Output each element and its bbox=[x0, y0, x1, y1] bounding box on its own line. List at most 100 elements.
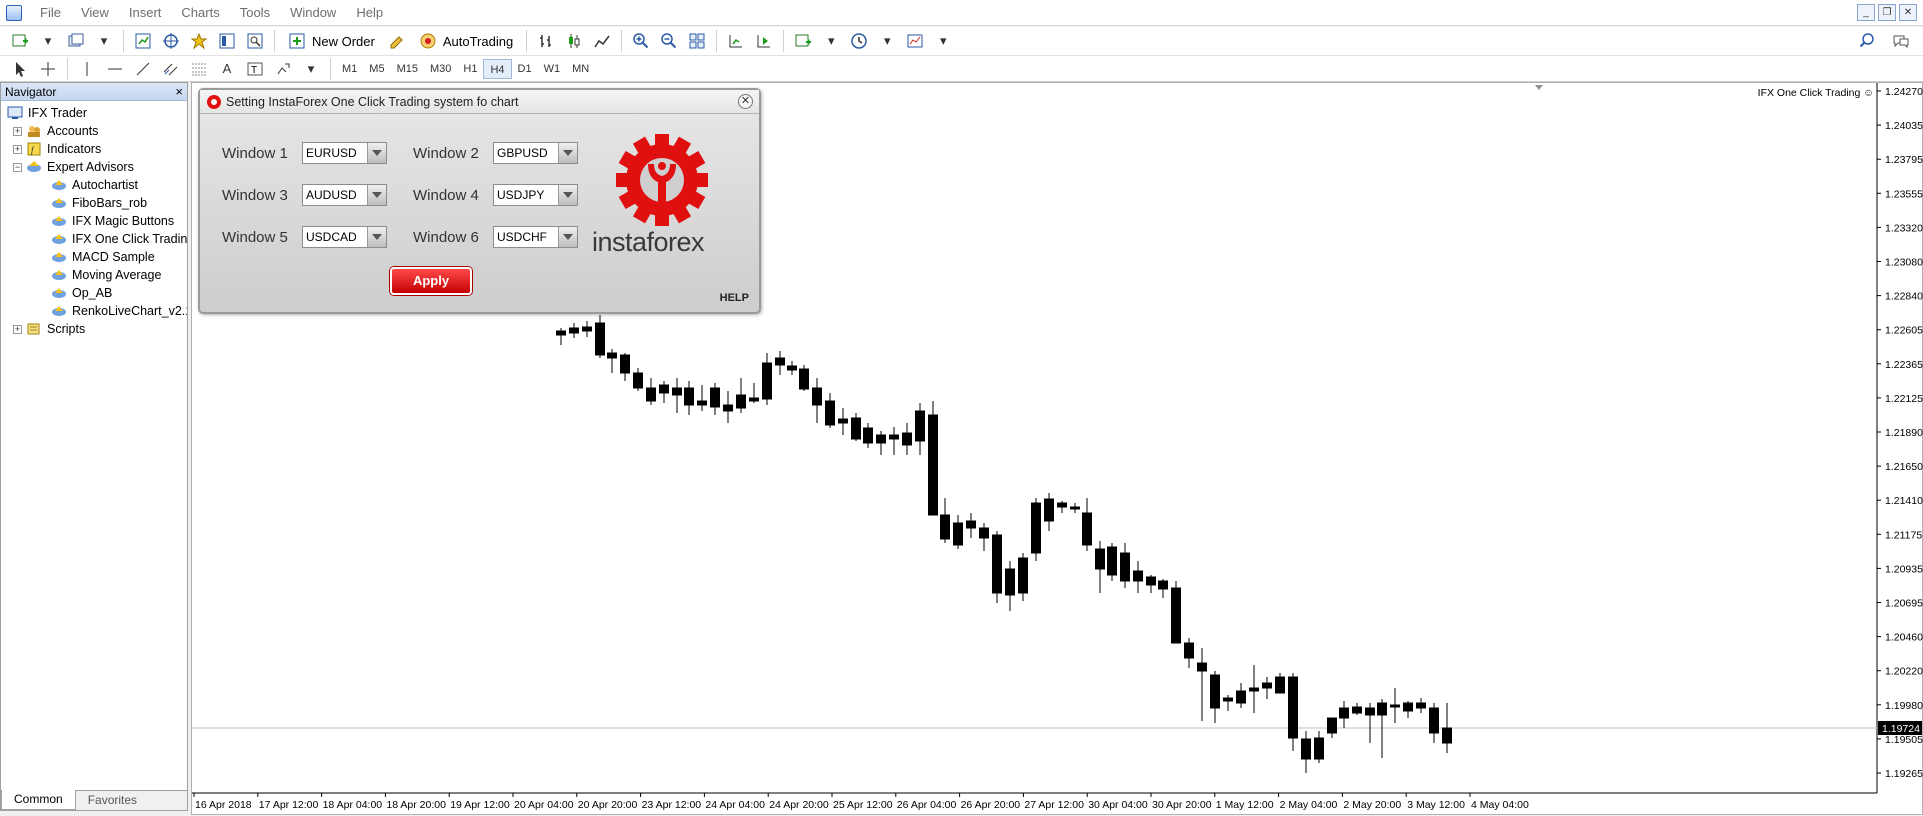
chevron-down-icon[interactable] bbox=[558, 227, 577, 247]
tree-expert-advisors[interactable]: − Expert Advisors bbox=[1, 158, 187, 176]
chart-shift-icon[interactable] bbox=[724, 30, 748, 52]
window-5-select[interactable]: USDCAD bbox=[302, 226, 387, 248]
window-6-select[interactable]: USDCHF bbox=[493, 226, 578, 248]
tree-expert-item[interactable]: Autochartist bbox=[1, 176, 187, 194]
timeframe-m30[interactable]: M30 bbox=[424, 59, 457, 79]
tab-favorites[interactable]: Favorites bbox=[76, 791, 149, 810]
close-icon[interactable]: × bbox=[175, 83, 183, 101]
expand-icon[interactable]: + bbox=[13, 126, 22, 136]
menu-tools[interactable]: Tools bbox=[230, 5, 280, 20]
tree-expert-item[interactable]: IFX Magic Buttons bbox=[1, 212, 187, 230]
zoom-out-icon[interactable] bbox=[657, 30, 681, 52]
dialog-close-icon[interactable]: ✕ bbox=[738, 94, 753, 109]
autotrading-button[interactable]: AutoTrading bbox=[413, 30, 519, 52]
chevron-down-icon[interactable] bbox=[367, 227, 386, 247]
minimize-icon[interactable]: _ bbox=[1857, 4, 1875, 21]
data-window-icon[interactable] bbox=[159, 30, 183, 52]
chevron-down-icon[interactable] bbox=[367, 185, 386, 205]
fibonacci-icon[interactable] bbox=[187, 58, 211, 80]
horizontal-line-icon[interactable] bbox=[103, 58, 127, 80]
tree-expert-item[interactable]: IFX One Click Trading bbox=[1, 230, 187, 248]
menu-window[interactable]: Window bbox=[280, 5, 346, 20]
text-icon[interactable]: A bbox=[215, 58, 239, 80]
cursor-icon[interactable] bbox=[8, 58, 32, 80]
tree-indicators[interactable]: + f Indicators bbox=[1, 140, 187, 158]
search-icon[interactable] bbox=[1855, 30, 1879, 52]
timeframe-h1[interactable]: H1 bbox=[457, 59, 483, 79]
text-label-icon[interactable]: T bbox=[243, 58, 267, 80]
expert-advisors-icon bbox=[27, 161, 41, 172]
time-tick-label: 30 Apr 20:00 bbox=[1152, 799, 1212, 811]
timeframe-h4[interactable]: H4 bbox=[483, 58, 512, 79]
line-chart-icon[interactable] bbox=[590, 30, 614, 52]
chart-shift-marker[interactable] bbox=[1535, 85, 1543, 90]
collapse-icon[interactable]: − bbox=[13, 162, 22, 172]
chevron-down-icon[interactable] bbox=[367, 143, 386, 163]
window-3-select[interactable]: AUDUSD bbox=[302, 184, 387, 206]
navigator-icon[interactable] bbox=[187, 30, 211, 52]
timeframe-d1[interactable]: D1 bbox=[512, 59, 538, 79]
timeframe-w1[interactable]: W1 bbox=[538, 59, 567, 79]
candle-body bbox=[928, 414, 938, 516]
tree-expert-item[interactable]: FiboBars_rob bbox=[1, 194, 187, 212]
chevron-down-icon[interactable] bbox=[558, 143, 577, 163]
new-order-button[interactable]: New Order bbox=[282, 30, 381, 52]
indicators-icon[interactable] bbox=[791, 30, 815, 52]
dropdown-arrow-icon[interactable]: ▾ bbox=[299, 58, 323, 80]
new-chart-icon[interactable] bbox=[8, 30, 32, 52]
autoscroll-icon[interactable] bbox=[752, 30, 776, 52]
tree-scripts[interactable]: + Scripts bbox=[1, 320, 187, 338]
channel-icon[interactable] bbox=[159, 58, 183, 80]
periods-clock-icon[interactable] bbox=[847, 30, 871, 52]
candlestick-icon[interactable] bbox=[562, 30, 586, 52]
strategy-tester-icon[interactable] bbox=[243, 30, 267, 52]
expand-icon[interactable]: + bbox=[13, 324, 22, 334]
svg-text:T: T bbox=[251, 65, 257, 76]
menu-insert[interactable]: Insert bbox=[119, 5, 172, 20]
arrows-icon[interactable] bbox=[271, 58, 295, 80]
profiles-icon[interactable] bbox=[64, 30, 88, 52]
apply-button[interactable]: Apply bbox=[390, 267, 472, 295]
templates-icon[interactable] bbox=[903, 30, 927, 52]
timeframe-m15[interactable]: M15 bbox=[391, 59, 424, 79]
timeframe-mn[interactable]: MN bbox=[566, 59, 595, 79]
dropdown-arrow-icon[interactable]: ▾ bbox=[875, 30, 899, 52]
menu-view[interactable]: View bbox=[71, 5, 119, 20]
tree-expert-item[interactable]: Moving Average bbox=[1, 266, 187, 284]
dropdown-arrow-icon[interactable]: ▾ bbox=[92, 30, 116, 52]
trendline-icon[interactable] bbox=[131, 58, 155, 80]
dropdown-arrow-icon[interactable]: ▾ bbox=[819, 30, 843, 52]
tree-expert-item[interactable]: MACD Sample bbox=[1, 248, 187, 266]
tab-common[interactable]: Common bbox=[1, 790, 76, 810]
dropdown-arrow-icon[interactable]: ▾ bbox=[931, 30, 955, 52]
tree-root[interactable]: IFX Trader bbox=[1, 104, 187, 122]
window-2-select[interactable]: GBPUSD bbox=[493, 142, 578, 164]
chevron-down-icon[interactable] bbox=[558, 185, 577, 205]
timeframe-m5[interactable]: M5 bbox=[363, 59, 390, 79]
menu-help[interactable]: Help bbox=[346, 5, 393, 20]
window-1-select[interactable]: EURUSD bbox=[302, 142, 387, 164]
vertical-line-icon[interactable] bbox=[75, 58, 99, 80]
timeframe-m1[interactable]: M1 bbox=[336, 59, 363, 79]
crosshair-icon[interactable] bbox=[36, 58, 60, 80]
zoom-in-icon[interactable] bbox=[629, 30, 653, 52]
market-watch-icon[interactable] bbox=[131, 30, 155, 52]
tree-expert-item[interactable]: Op_AB bbox=[1, 284, 187, 302]
help-link[interactable]: HELP bbox=[720, 292, 749, 304]
candle-body bbox=[1236, 690, 1246, 704]
tree-accounts[interactable]: + Accounts bbox=[1, 122, 187, 140]
chat-icon[interactable] bbox=[1889, 30, 1913, 52]
menu-charts[interactable]: Charts bbox=[171, 5, 229, 20]
metaeditor-icon[interactable] bbox=[385, 30, 409, 52]
menu-file[interactable]: File bbox=[30, 5, 71, 20]
expand-icon[interactable]: + bbox=[13, 144, 22, 154]
close-icon[interactable]: ✕ bbox=[1899, 4, 1917, 21]
bar-chart-icon[interactable] bbox=[534, 30, 558, 52]
tree-expert-item[interactable]: RenkoLiveChart_v2.1 bbox=[1, 302, 187, 320]
terminal-icon[interactable] bbox=[215, 30, 239, 52]
window-4-select[interactable]: USDJPY bbox=[493, 184, 578, 206]
candle-body bbox=[940, 514, 950, 540]
tile-windows-icon[interactable] bbox=[685, 30, 709, 52]
restore-icon[interactable]: ❐ bbox=[1878, 4, 1896, 21]
dropdown-arrow-icon[interactable]: ▾ bbox=[36, 30, 60, 52]
